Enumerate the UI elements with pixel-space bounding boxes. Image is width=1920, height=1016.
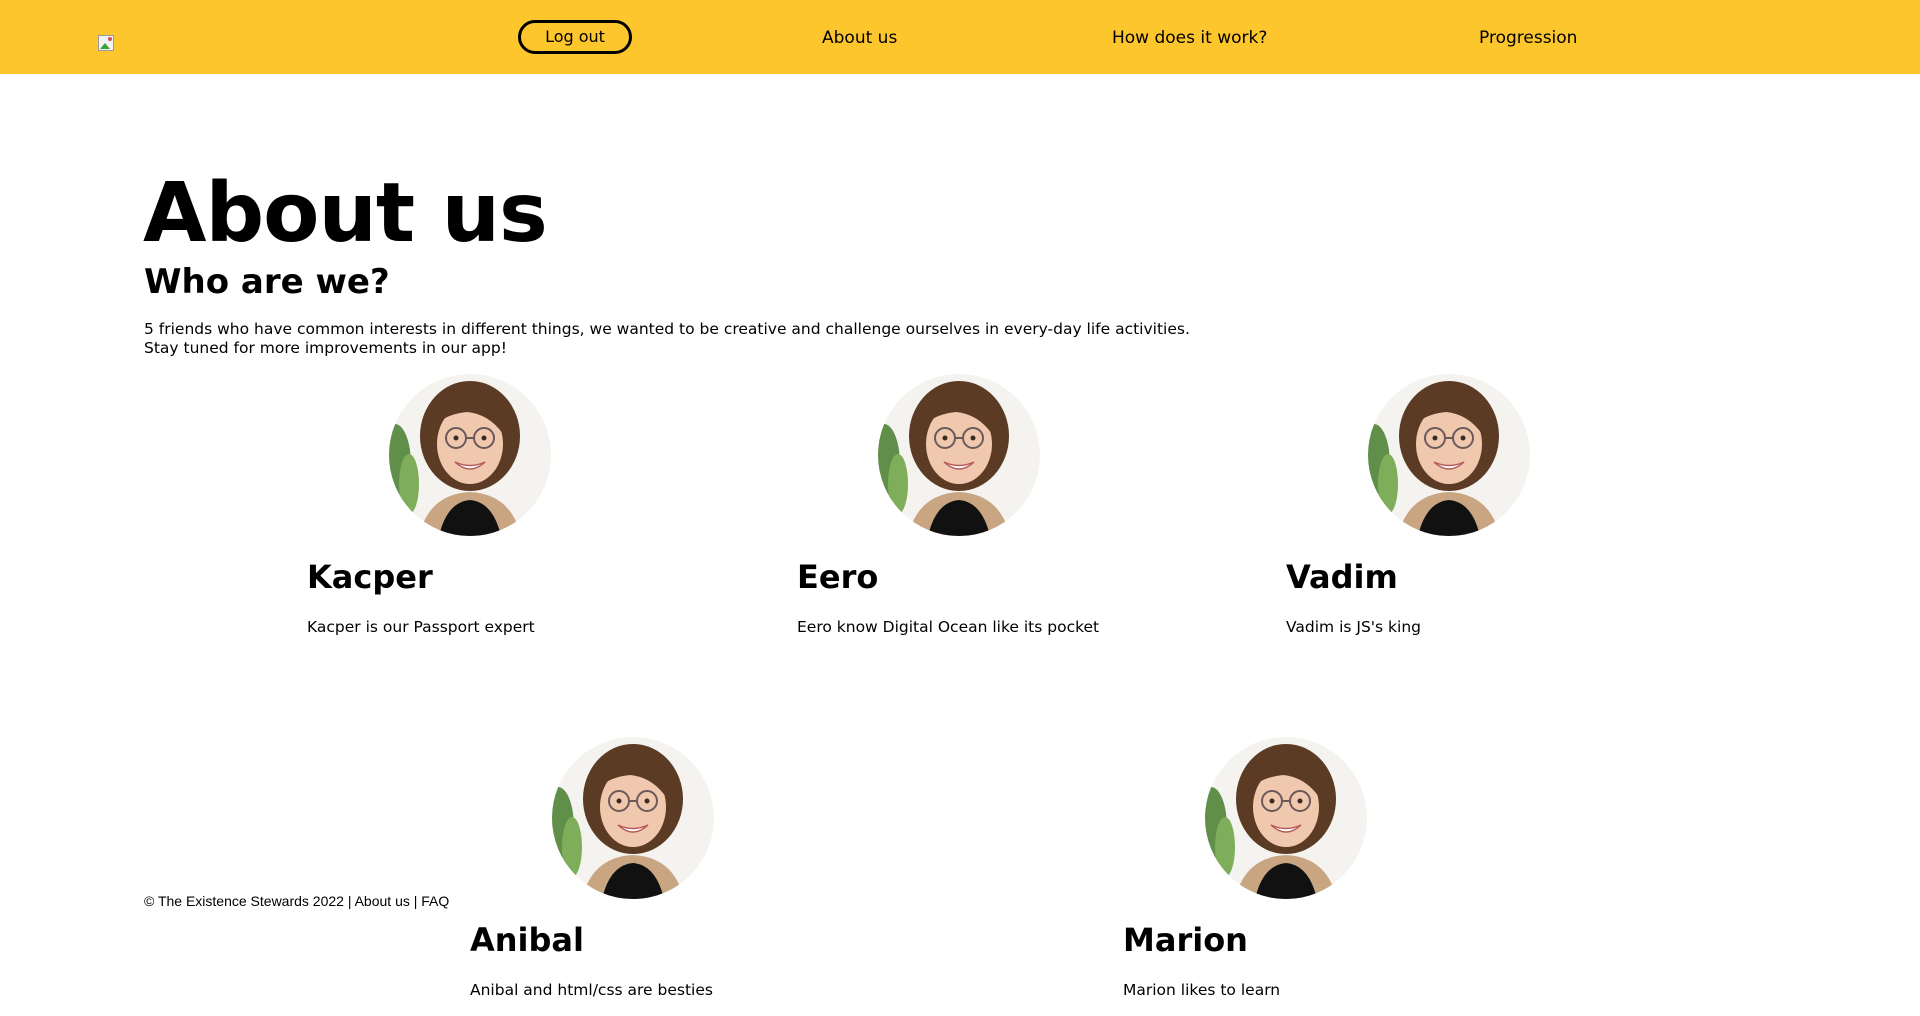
member-photo [878, 374, 1040, 536]
member-photo [1368, 374, 1530, 536]
nav-link-progression[interactable]: Progression [1479, 28, 1577, 48]
member-name: Vadim [1286, 558, 1398, 596]
member-card-vadim: Vadim Vadim is JS's king [1286, 374, 1546, 644]
member-card-anibal: Anibal Anibal and html/css are besties [470, 737, 730, 1007]
member-card-kacper: Kacper Kacper is our Passport expert [307, 374, 567, 644]
nav-link-about-us[interactable]: About us [822, 28, 897, 48]
member-description: Anibal and html/css are besties [470, 981, 713, 999]
member-description: Eero know Digital Ocean like its pocket [797, 618, 1100, 636]
page-title: About us [143, 166, 548, 261]
member-description: Kacper is our Passport expert [307, 618, 535, 636]
nav-link-how-does-it-work[interactable]: How does it work? [1112, 28, 1267, 48]
page-subtitle: Who are we? [144, 262, 390, 302]
member-photo [1205, 737, 1367, 899]
member-name: Marion [1123, 921, 1248, 959]
member-card-marion: Marion Marion likes to learn [1123, 737, 1383, 1007]
member-name: Kacper [307, 558, 433, 596]
intro-text: 5 friends who have common interests in d… [144, 320, 1190, 358]
intro-line-1: 5 friends who have common interests in d… [144, 320, 1190, 338]
member-description: Vadim is JS's king [1286, 618, 1421, 636]
footer-separator: | [409, 893, 422, 909]
footer-copyright: © The Existence Stewards 2022 | [144, 893, 355, 909]
member-photo [552, 737, 714, 899]
intro-line-2: Stay tuned for more improvements in our … [144, 339, 507, 357]
member-photo [389, 374, 551, 536]
logo-broken-image-icon[interactable] [98, 35, 114, 51]
member-name: Eero [797, 558, 879, 596]
member-description: Marion likes to learn [1123, 981, 1281, 999]
footer-link-about-us[interactable]: About us [355, 893, 410, 909]
footer-link-faq[interactable]: FAQ [421, 893, 449, 909]
member-card-eero: Eero Eero know Digital Ocean like its po… [797, 374, 1099, 644]
member-name: Anibal [470, 921, 584, 959]
top-navbar: Log out About us How does it work? Progr… [0, 0, 1920, 74]
logout-button[interactable]: Log out [518, 20, 632, 54]
footer: © The Existence Stewards 2022 | About us… [144, 893, 449, 909]
